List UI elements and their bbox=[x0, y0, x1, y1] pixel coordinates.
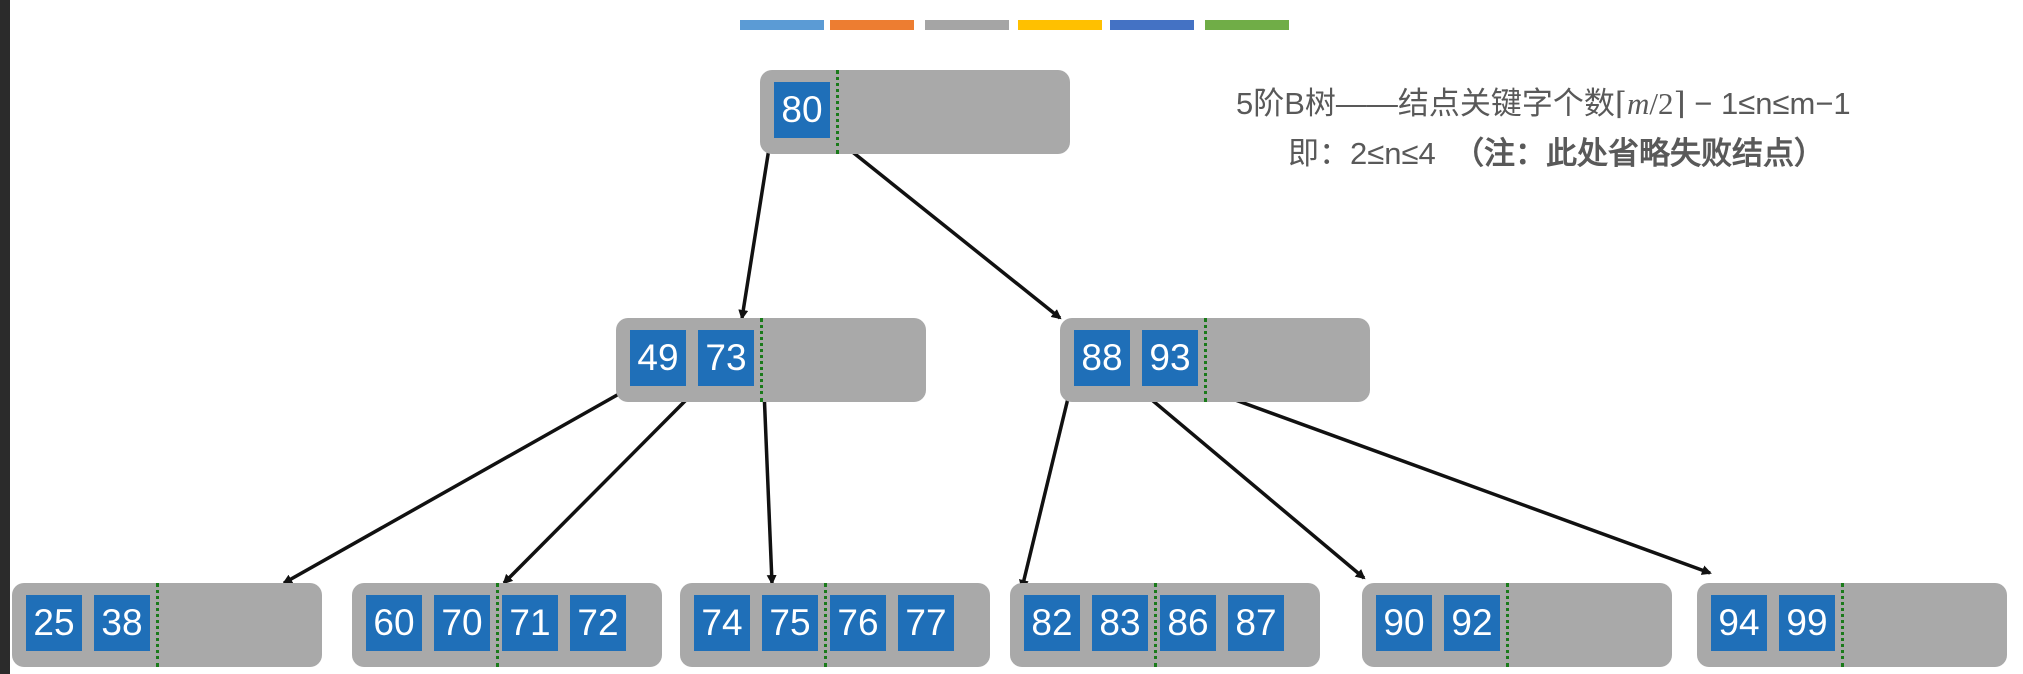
edge-n2-to-l4 bbox=[1019, 389, 1072, 590]
key-71: 71 bbox=[502, 595, 558, 651]
min-keys-separator bbox=[1506, 583, 1509, 667]
key-82: 82 bbox=[1024, 595, 1080, 651]
key-88: 88 bbox=[1074, 330, 1130, 386]
min-keys-separator bbox=[760, 318, 763, 402]
key-83: 83 bbox=[1092, 595, 1148, 651]
key-49: 49 bbox=[630, 330, 686, 386]
tree-node-l1: 25 38 bbox=[12, 583, 322, 667]
key-73: 73 bbox=[698, 330, 754, 386]
key-38: 38 bbox=[94, 595, 150, 651]
tree-node-l2: 60 70 71 72 bbox=[352, 583, 662, 667]
key-87: 87 bbox=[1228, 595, 1284, 651]
min-keys-separator bbox=[496, 583, 499, 667]
min-keys-separator bbox=[836, 70, 839, 154]
tree-node-root: 80 bbox=[760, 70, 1070, 154]
key-74: 74 bbox=[694, 595, 750, 651]
tree-node-l3: 74 75 76 77 bbox=[680, 583, 990, 667]
b-tree-diagram: 5阶B树——结点关键字个数⌈m/2⌉ − 1≤n≤m−1 即：2≤n≤4 （注：… bbox=[0, 0, 2023, 674]
key-72: 72 bbox=[570, 595, 626, 651]
edge-n1-to-l1 bbox=[282, 388, 627, 585]
key-99: 99 bbox=[1779, 595, 1835, 651]
key-76: 76 bbox=[830, 595, 886, 651]
edge-n1-to-l3 bbox=[762, 389, 777, 585]
key-94: 94 bbox=[1711, 595, 1767, 651]
key-75: 75 bbox=[762, 595, 818, 651]
edge-n2-to-l5 bbox=[1138, 388, 1366, 580]
tree-node-n2: 88 93 bbox=[1060, 318, 1370, 402]
key-60: 60 bbox=[366, 595, 422, 651]
edge-n1-to-l2 bbox=[502, 388, 698, 585]
edge-root-to-n1 bbox=[738, 141, 772, 320]
tree-node-l4: 82 83 86 87 bbox=[1010, 583, 1320, 667]
min-keys-separator bbox=[1204, 318, 1207, 402]
edge-root-to-n2 bbox=[838, 140, 1062, 320]
key-92: 92 bbox=[1444, 595, 1500, 651]
min-keys-separator bbox=[156, 583, 159, 667]
key-80: 80 bbox=[774, 82, 830, 138]
key-90: 90 bbox=[1376, 595, 1432, 651]
tree-node-l5: 90 92 bbox=[1362, 583, 1672, 667]
key-70: 70 bbox=[434, 595, 490, 651]
key-93: 93 bbox=[1142, 330, 1198, 386]
key-86: 86 bbox=[1160, 595, 1216, 651]
min-keys-separator bbox=[824, 583, 827, 667]
tree-node-n1: 49 73 bbox=[616, 318, 926, 402]
key-25: 25 bbox=[26, 595, 82, 651]
tree-node-l6: 94 99 bbox=[1697, 583, 2007, 667]
edge-n2-to-l6 bbox=[1207, 388, 1712, 575]
min-keys-separator bbox=[1841, 583, 1844, 667]
min-keys-separator bbox=[1154, 583, 1157, 667]
key-77: 77 bbox=[898, 595, 954, 651]
